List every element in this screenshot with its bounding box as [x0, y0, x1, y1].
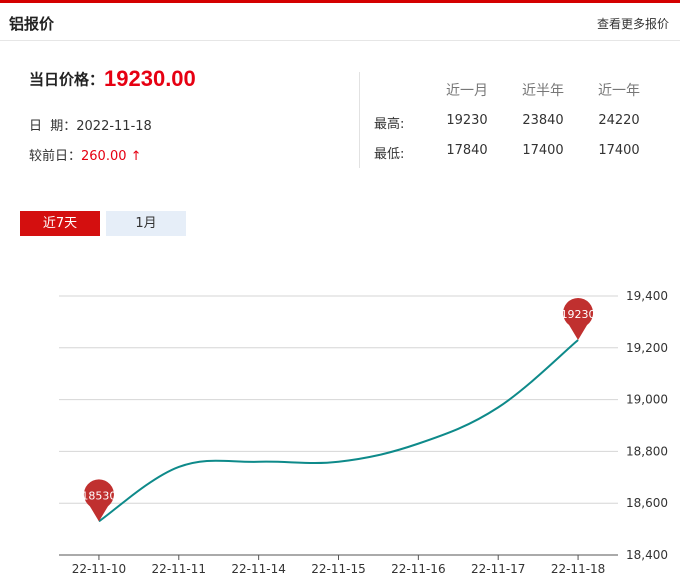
current-price-row: 当日价格：19230.00 — [29, 66, 196, 92]
y-tick-label: 18,400 — [626, 548, 668, 562]
date-value: 2022-11-18 — [76, 119, 152, 134]
y-tick-label: 18,800 — [626, 444, 668, 458]
panel-header: 铝报价 查看更多报价 — [0, 3, 680, 41]
x-tick-label: 22-11-14 — [231, 562, 285, 576]
tab-7-days[interactable]: 近7天 — [20, 211, 100, 236]
change-value: 260.00 — [81, 149, 127, 164]
stats-row-low-label: 最低: — [374, 147, 405, 162]
stats-low-halfyear: 17400 — [522, 143, 564, 158]
stats-row-high-label: 最高: — [374, 117, 405, 132]
stats-high-halfyear: 23840 — [522, 113, 564, 128]
data-pin-marker: 18530 — [81, 479, 116, 522]
date-row: 日 期：2022-11-18 — [29, 115, 152, 134]
stats-col-month: 近一月 — [446, 83, 488, 99]
y-tick-label: 19,400 — [626, 289, 668, 303]
more-prices-link[interactable]: 查看更多报价 — [597, 15, 669, 32]
change-label: 较前日： — [29, 149, 82, 164]
date-label: 日 期： — [29, 119, 77, 134]
data-label: 19230 — [561, 308, 596, 321]
x-tick-label: 22-11-11 — [152, 562, 206, 576]
stats-high-year: 24220 — [598, 113, 640, 128]
stats-low-year: 17400 — [598, 143, 640, 158]
x-tick-label: 22-11-16 — [391, 562, 445, 576]
vertical-divider — [359, 72, 360, 168]
data-pin-marker: 19230 — [561, 298, 596, 341]
data-label: 18530 — [81, 489, 116, 502]
panel-title: 铝报价 — [9, 15, 55, 33]
price-value: 19230.00 — [104, 66, 196, 91]
price-label: 当日价格： — [29, 70, 105, 89]
y-tick-label: 19,000 — [626, 393, 668, 407]
stats-high-month: 19230 — [446, 113, 488, 128]
stats-col-year: 近一年 — [598, 83, 640, 99]
tab-1-month[interactable]: 1月 — [106, 211, 186, 236]
y-tick-label: 18,600 — [626, 496, 668, 510]
x-tick-label: 22-11-15 — [311, 562, 365, 576]
up-arrow-icon: ↑ — [130, 149, 142, 164]
stats-low-month: 17840 — [446, 143, 488, 158]
stats-col-halfyear: 近半年 — [522, 83, 564, 99]
price-line-chart: 18,400 18,600 18,800 19,000 19,200 19,400 22-1… — [59, 289, 668, 576]
x-tick-label: 22-11-18 — [551, 562, 605, 576]
x-tick-label: 22-11-17 — [471, 562, 525, 576]
y-tick-label: 19,200 — [626, 341, 668, 355]
x-tick-label: 22-11-10 — [72, 562, 126, 576]
series-line — [98, 339, 579, 523]
change-row: 较前日：260.00 ↑ — [29, 145, 142, 164]
